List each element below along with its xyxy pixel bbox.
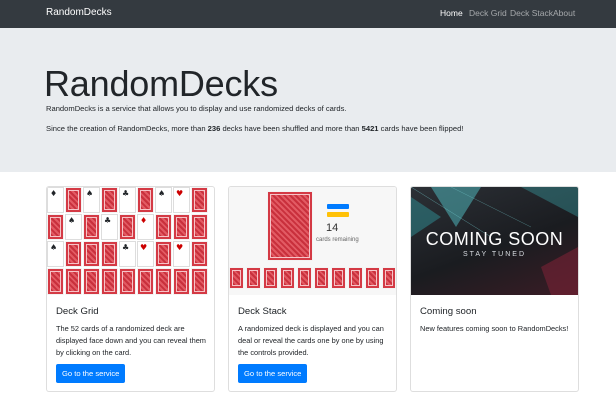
card-face-icon: ♠ <box>83 187 100 213</box>
card-back-icon <box>119 268 136 295</box>
nav-link-about[interactable]: About <box>553 8 575 18</box>
card-face-icon: ♣ <box>119 241 136 267</box>
navbar-brand[interactable]: RandomDecks <box>46 7 112 18</box>
card-text: The 52 cards of a randomized deck are di… <box>56 324 206 357</box>
card-text: A randomized deck is displayed and you c… <box>238 324 384 357</box>
card-back-icon <box>137 268 154 295</box>
card-back-icon <box>365 267 380 289</box>
coming-soon-preview-image: COMING SOON STAY TUNED <box>411 187 578 295</box>
card-back-icon <box>83 241 100 267</box>
card-back-icon <box>191 268 208 295</box>
hero-stats: Since the creation of RandomDecks, more … <box>46 124 463 133</box>
card-face-icon: ♥ <box>173 187 190 213</box>
card-text: New features coming soon to RandomDecks! <box>420 324 569 333</box>
card-deck-stack: 14 cards remaining Deck Stack A randomiz… <box>228 186 397 392</box>
deck-stack-service-button[interactable]: Go to the service <box>238 364 308 383</box>
stats-suffix: cards have been flipped! <box>378 124 464 133</box>
card-back-icon <box>83 214 100 240</box>
hero-lead: RandomDecks is a service that allows you… <box>46 104 347 113</box>
hero-title: RandomDecks <box>44 63 278 104</box>
card-coming-soon: COMING SOON STAY TUNED Coming soon New f… <box>410 186 579 392</box>
card-back-icon <box>155 214 172 240</box>
nav-link-deck-stack[interactable]: Deck Stack <box>510 8 553 18</box>
card-title: Deck Grid <box>56 306 99 317</box>
mini-deal-button-icon <box>327 204 349 209</box>
stats-cards-count: 5421 <box>361 124 379 133</box>
card-back-icon <box>173 214 190 240</box>
deck-grid-preview-image: ♦ ♠ ♣ ♠ ♥ ♠ ♣ ♦ ♠ ♣ ♥ ♥ <box>47 187 214 295</box>
coming-soon-headline: COMING SOON <box>425 229 564 249</box>
card-face-icon: ♠ <box>65 214 82 240</box>
card-back-icon <box>246 267 261 289</box>
card-back-icon <box>314 267 329 289</box>
card-face-icon: ♥ <box>137 241 154 267</box>
card-back-icon <box>331 267 346 289</box>
card-back-icon <box>65 268 82 295</box>
card-face-icon: ♠ <box>47 241 64 267</box>
deck-grid-service-button[interactable]: Go to the service <box>56 364 126 383</box>
card-face-icon: ♥ <box>173 241 190 267</box>
coming-soon-subline: STAY TUNED <box>462 251 527 258</box>
card-face-icon: ♣ <box>101 214 118 240</box>
card-back-icon <box>101 241 118 267</box>
mini-reveal-button-icon <box>327 212 349 217</box>
card-title: Deck Stack <box>238 306 287 317</box>
stats-decks-count: 236 <box>207 124 221 133</box>
card-back-icon <box>191 241 208 267</box>
card-back-icon <box>280 267 295 289</box>
card-back-icon <box>155 268 172 295</box>
card-back-icon <box>348 267 363 289</box>
card-back-icon <box>65 241 82 267</box>
card-back-icon <box>267 191 313 261</box>
card-back-icon <box>65 187 82 213</box>
card-title: Coming soon <box>420 306 477 317</box>
card-back-icon <box>173 268 190 295</box>
hero-section: RandomDecks RandomDecks is a service tha… <box>0 28 616 172</box>
card-back-icon <box>382 267 396 289</box>
card-back-icon <box>101 268 118 295</box>
card-back-icon <box>119 214 136 240</box>
card-back-icon <box>47 268 64 295</box>
card-back-icon <box>155 241 172 267</box>
card-back-icon <box>47 214 64 240</box>
card-back-icon <box>297 267 312 289</box>
coming-soon-banner: COMING SOON STAY TUNED <box>411 187 578 295</box>
card-face-icon: ♦ <box>137 214 154 240</box>
stats-prefix: Since the creation of RandomDecks, more … <box>46 124 208 133</box>
card-back-icon <box>137 187 154 213</box>
cards-remaining-label: cards remaining <box>316 237 359 243</box>
navbar: RandomDecks Home Deck Grid Deck Stack Ab… <box>0 0 616 28</box>
card-back-icon <box>191 214 208 240</box>
deck-stack-preview-image: 14 cards remaining <box>229 187 396 295</box>
card-deck-grid: ♦ ♠ ♣ ♠ ♥ ♠ ♣ ♦ ♠ ♣ ♥ ♥ Deck Grid The 52… <box>46 186 215 392</box>
card-face-icon: ♠ <box>155 187 172 213</box>
card-back-icon <box>101 187 118 213</box>
card-face-icon: ♦ <box>47 187 64 213</box>
card-back-icon <box>263 267 278 289</box>
card-face-icon: ♣ <box>119 187 136 213</box>
stats-middle: decks have been shuffled and more than <box>220 124 362 133</box>
card-back-icon <box>191 187 208 213</box>
card-back-icon <box>83 268 100 295</box>
card-back-icon <box>229 267 244 289</box>
nav-link-home[interactable]: Home <box>440 8 463 18</box>
cards-remaining-count: 14 <box>326 222 339 234</box>
nav-link-deck-grid[interactable]: Deck Grid <box>469 8 507 18</box>
